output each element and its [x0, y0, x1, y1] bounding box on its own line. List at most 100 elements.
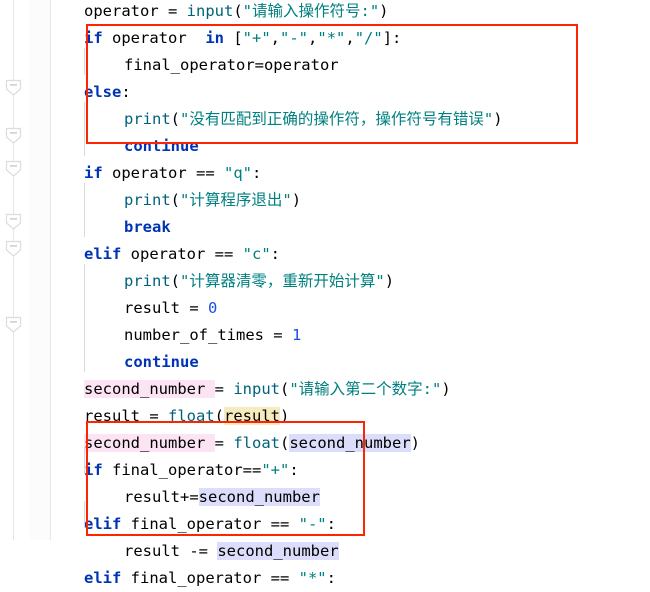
- code-editor[interactable]: operator = input("请输入操作符号:") if operator …: [0, 0, 650, 587]
- indent-guide: [84, 102, 85, 156]
- code-token: print: [124, 191, 171, 209]
- code-token: ,: [270, 29, 281, 47]
- code-token: (: [170, 110, 181, 128]
- code-token: continue: [124, 353, 199, 371]
- code-token: second_number: [289, 434, 411, 452]
- code-line[interactable]: result+=second_number: [51, 484, 650, 511]
- code-token: continue: [124, 137, 199, 155]
- code-token: result+=: [124, 488, 199, 506]
- code-token: (: [233, 2, 243, 20]
- fold-chevron-icon[interactable]: [4, 78, 23, 97]
- code-token: (: [170, 272, 181, 290]
- code-token: "没有匹配到正确的操作符，操作符号有错误": [180, 110, 494, 128]
- code-token: if: [84, 29, 103, 47]
- code-token: (: [214, 407, 225, 425]
- code-token: "-": [298, 515, 327, 533]
- code-token: =: [214, 434, 234, 452]
- code-token: input: [233, 380, 280, 398]
- code-token: print: [124, 110, 171, 128]
- code-token: 1: [291, 326, 302, 344]
- editor-gutter[interactable]: [0, 0, 30, 540]
- code-token: "+": [242, 29, 271, 47]
- code-token: ): [280, 407, 290, 425]
- code-line[interactable]: result = float(result): [51, 403, 650, 430]
- fold-chevron-icon[interactable]: [4, 126, 23, 145]
- fold-chevron-icon[interactable]: [4, 315, 23, 334]
- code-token: final_operator==: [102, 461, 262, 479]
- code-token: =: [158, 2, 187, 20]
- code-token: ): [441, 380, 451, 398]
- code-token: [: [224, 29, 243, 47]
- code-line[interactable]: continue: [51, 133, 650, 160]
- indent-guide: [84, 48, 85, 75]
- code-token: "/": [354, 29, 383, 47]
- code-token: ): [410, 434, 421, 452]
- code-token: ]:: [382, 29, 402, 47]
- code-token: if: [84, 461, 103, 479]
- code-line[interactable]: print("计算程序退出"): [51, 187, 650, 214]
- code-line[interactable]: break: [51, 214, 650, 241]
- code-line[interactable]: second_number = input("请输入第二个数字:"): [51, 376, 650, 403]
- code-token: ): [379, 2, 389, 20]
- code-line[interactable]: number_of_times = 1: [51, 322, 650, 349]
- fold-chevron-icon[interactable]: [4, 159, 23, 178]
- code-token: input: [186, 2, 234, 20]
- code-token: second_number: [84, 434, 215, 452]
- code-token: "计算器清零，重新开始计算": [180, 272, 385, 290]
- code-line[interactable]: if operator == "q":: [51, 160, 650, 187]
- code-token: "q": [224, 164, 252, 182]
- fold-chevron-icon[interactable]: [4, 212, 23, 231]
- code-token: ): [384, 272, 395, 290]
- code-token: result -=: [124, 542, 218, 560]
- code-token: :: [289, 461, 299, 479]
- code-token: "请输入操作符号:": [242, 2, 380, 20]
- code-token: second_number: [217, 542, 339, 560]
- code-line[interactable]: elif final_operator == "*":: [51, 565, 650, 592]
- code-line[interactable]: if operator in ["+","-","*","/"]:: [51, 25, 650, 52]
- code-token: result =: [84, 407, 168, 425]
- code-token: result: [224, 407, 281, 425]
- code-token: (: [170, 191, 181, 209]
- code-token: "计算程序退出": [180, 191, 292, 209]
- indent-guide: [84, 447, 85, 474]
- code-token: float: [168, 407, 215, 425]
- code-token: final_operator ==: [121, 569, 299, 587]
- code-line[interactable]: else:: [51, 79, 650, 106]
- code-token: "+": [261, 461, 290, 479]
- code-token: operator ==: [102, 164, 224, 182]
- code-token: ,: [345, 29, 355, 47]
- code-token: operator: [84, 2, 159, 20]
- code-token: :: [270, 245, 280, 263]
- code-token: print: [124, 272, 171, 290]
- code-line[interactable]: if final_operator=="+":: [51, 457, 650, 484]
- code-text-area[interactable]: operator = input("请输入操作符号:") if operator …: [51, 0, 650, 587]
- code-token: 0: [208, 299, 218, 317]
- code-line[interactable]: print("计算器清零，重新开始计算"): [51, 268, 650, 295]
- code-token: operator ==: [121, 245, 243, 263]
- code-token: "*": [298, 569, 327, 587]
- code-line[interactable]: result = 0: [51, 295, 650, 322]
- code-token: operator: [102, 29, 196, 47]
- code-token: "*": [317, 29, 346, 47]
- code-line[interactable]: continue: [51, 349, 650, 376]
- code-line[interactable]: print("没有匹配到正确的操作符，操作符号有错误"): [51, 106, 650, 133]
- code-line[interactable]: result -= second_number: [51, 538, 650, 565]
- fold-chevron-icon[interactable]: [4, 239, 23, 258]
- code-line[interactable]: elif operator == "c":: [51, 241, 650, 268]
- code-line[interactable]: operator = input("请输入操作符号:"): [51, 0, 650, 25]
- code-token: "-": [280, 29, 309, 47]
- code-token: float: [233, 434, 280, 452]
- code-token: elif: [84, 515, 122, 533]
- code-token: ): [493, 110, 503, 128]
- code-token: ,: [308, 29, 318, 47]
- code-token: in: [196, 29, 224, 47]
- code-token: elif: [84, 245, 122, 263]
- code-line[interactable]: second_number = float(second_number): [51, 430, 650, 457]
- code-token: :: [121, 83, 131, 101]
- code-token: (: [280, 380, 290, 398]
- indent-guide: [84, 264, 85, 372]
- code-line[interactable]: elif final_operator == "-":: [51, 511, 650, 538]
- indent-guide: [84, 183, 85, 237]
- code-token: :: [326, 515, 336, 533]
- code-line[interactable]: final_operator=operator: [51, 52, 650, 79]
